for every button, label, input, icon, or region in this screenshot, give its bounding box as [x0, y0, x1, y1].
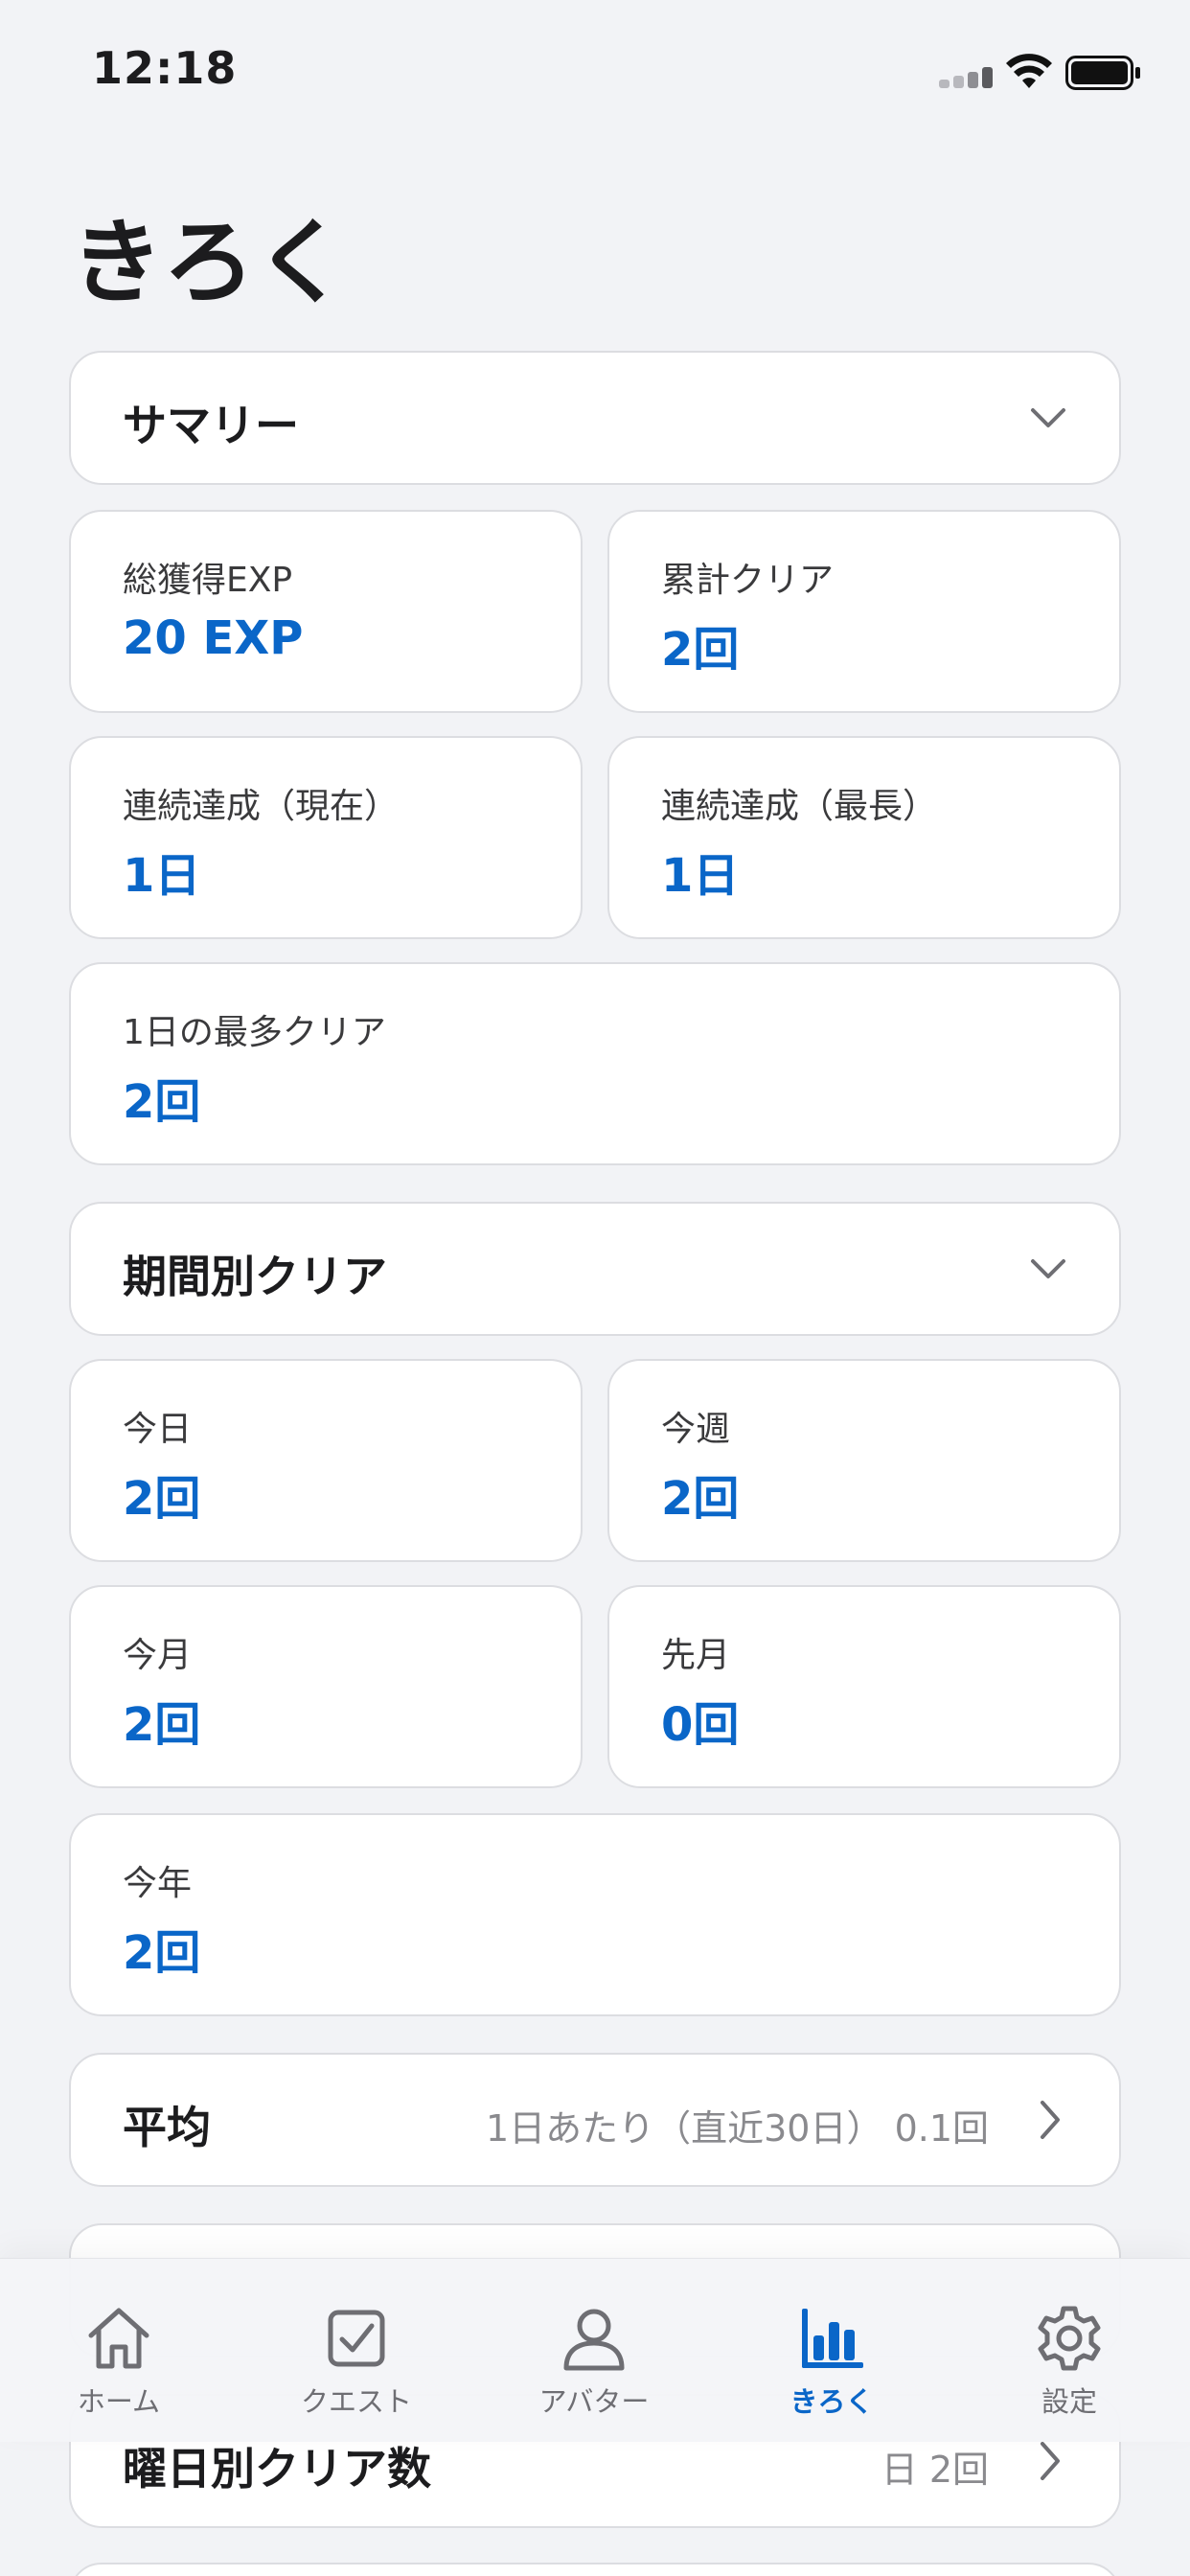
person-icon	[563, 2309, 625, 2371]
wifi-icon	[1006, 54, 1052, 88]
average-row[interactable]: 平均 1日あたり（直近30日） 0.1回	[69, 2053, 1121, 2187]
tab-settings[interactable]: 設定	[950, 2259, 1188, 2443]
status-time: 12:18	[92, 42, 238, 94]
chevron-right-icon	[1041, 2442, 1060, 2480]
stat-card-current-streak: 連続達成（現在） 1日	[69, 736, 583, 939]
stat-card-daily-max: 1日の最多クリア 2回	[69, 962, 1121, 1165]
tab-quest[interactable]: クエスト	[238, 2259, 475, 2443]
stat-card-this-week: 今週 2回	[607, 1359, 1121, 1562]
weekday-value: 日 2回	[881, 2449, 989, 2491]
next-row-card	[69, 2563, 1121, 2576]
stat-label: 今日	[123, 1410, 193, 1449]
tab-home[interactable]: ホーム	[0, 2259, 238, 2443]
chevron-right-icon	[1041, 2101, 1060, 2139]
stat-value: 1日	[123, 849, 201, 903]
tab-avatar[interactable]: アバター	[475, 2259, 713, 2443]
stat-card-longest-streak: 連続達成（最長） 1日	[607, 736, 1121, 939]
stat-value: 0回	[661, 1698, 740, 1752]
average-value: 1日あたり（直近30日） 0.1回	[485, 2107, 989, 2150]
stat-label: 今年	[123, 1864, 193, 1903]
stat-label: 連続達成（現在）	[123, 787, 400, 826]
stat-card-today: 今日 2回	[69, 1359, 583, 1562]
stat-value: 2回	[123, 1472, 201, 1526]
tab-label: アバター	[538, 2385, 650, 2418]
stat-label: 総獲得EXP	[123, 561, 293, 600]
stat-value: 2回	[661, 1472, 740, 1526]
stat-label: 今週	[661, 1410, 731, 1449]
stat-card-this-year: 今年 2回	[69, 1813, 1121, 2016]
status-bar: 12:18	[0, 0, 1190, 144]
stat-label: 今月	[123, 1636, 193, 1675]
house-icon	[88, 2308, 149, 2369]
stat-card-total-exp: 総獲得EXP 20 EXP	[69, 510, 583, 713]
stat-label: 1日の最多クリア	[123, 1013, 386, 1052]
chevron-down-icon	[1031, 1259, 1065, 1278]
battery-icon	[1065, 56, 1140, 90]
stat-label: 連続達成（最長）	[661, 787, 938, 826]
checkbox-icon	[328, 2310, 385, 2367]
stat-card-last-month: 先月 0回	[607, 1585, 1121, 1788]
tab-records[interactable]: きろく	[713, 2259, 950, 2443]
weekday-title: 曜日別クリア数	[123, 2443, 431, 2495]
stat-value: 2回	[123, 1698, 201, 1752]
chart-icon	[802, 2309, 863, 2368]
stat-value: 2回	[661, 623, 740, 677]
stat-value: 1日	[661, 849, 740, 903]
page-title: きろく	[71, 209, 347, 316]
summary-section-header[interactable]: サマリー	[69, 351, 1121, 485]
stat-value: 2回	[123, 1075, 201, 1129]
stat-card-total-clears: 累計クリア 2回	[607, 510, 1121, 713]
stat-card-this-month: 今月 2回	[69, 1585, 583, 1788]
stat-value: 2回	[123, 1926, 201, 1980]
stat-label: 累計クリア	[661, 561, 835, 600]
tab-label: きろく	[790, 2385, 874, 2418]
gear-icon	[1038, 2306, 1101, 2371]
average-title: 平均	[123, 2102, 211, 2153]
period-section-header[interactable]: 期間別クリア	[69, 1202, 1121, 1336]
tab-label: クエスト	[300, 2385, 412, 2418]
summary-section-title: サマリー	[123, 400, 299, 451]
tab-bar: ホーム クエスト アバター きろく 設定	[0, 2258, 1190, 2442]
tab-label: 設定	[1041, 2385, 1097, 2418]
cellular-signal-icon	[939, 65, 993, 88]
tab-label: ホーム	[77, 2385, 161, 2418]
chevron-down-icon	[1031, 408, 1065, 427]
stat-label: 先月	[661, 1636, 731, 1675]
period-section-title: 期間別クリア	[123, 1251, 387, 1302]
stat-value: 20 EXP	[123, 611, 304, 665]
